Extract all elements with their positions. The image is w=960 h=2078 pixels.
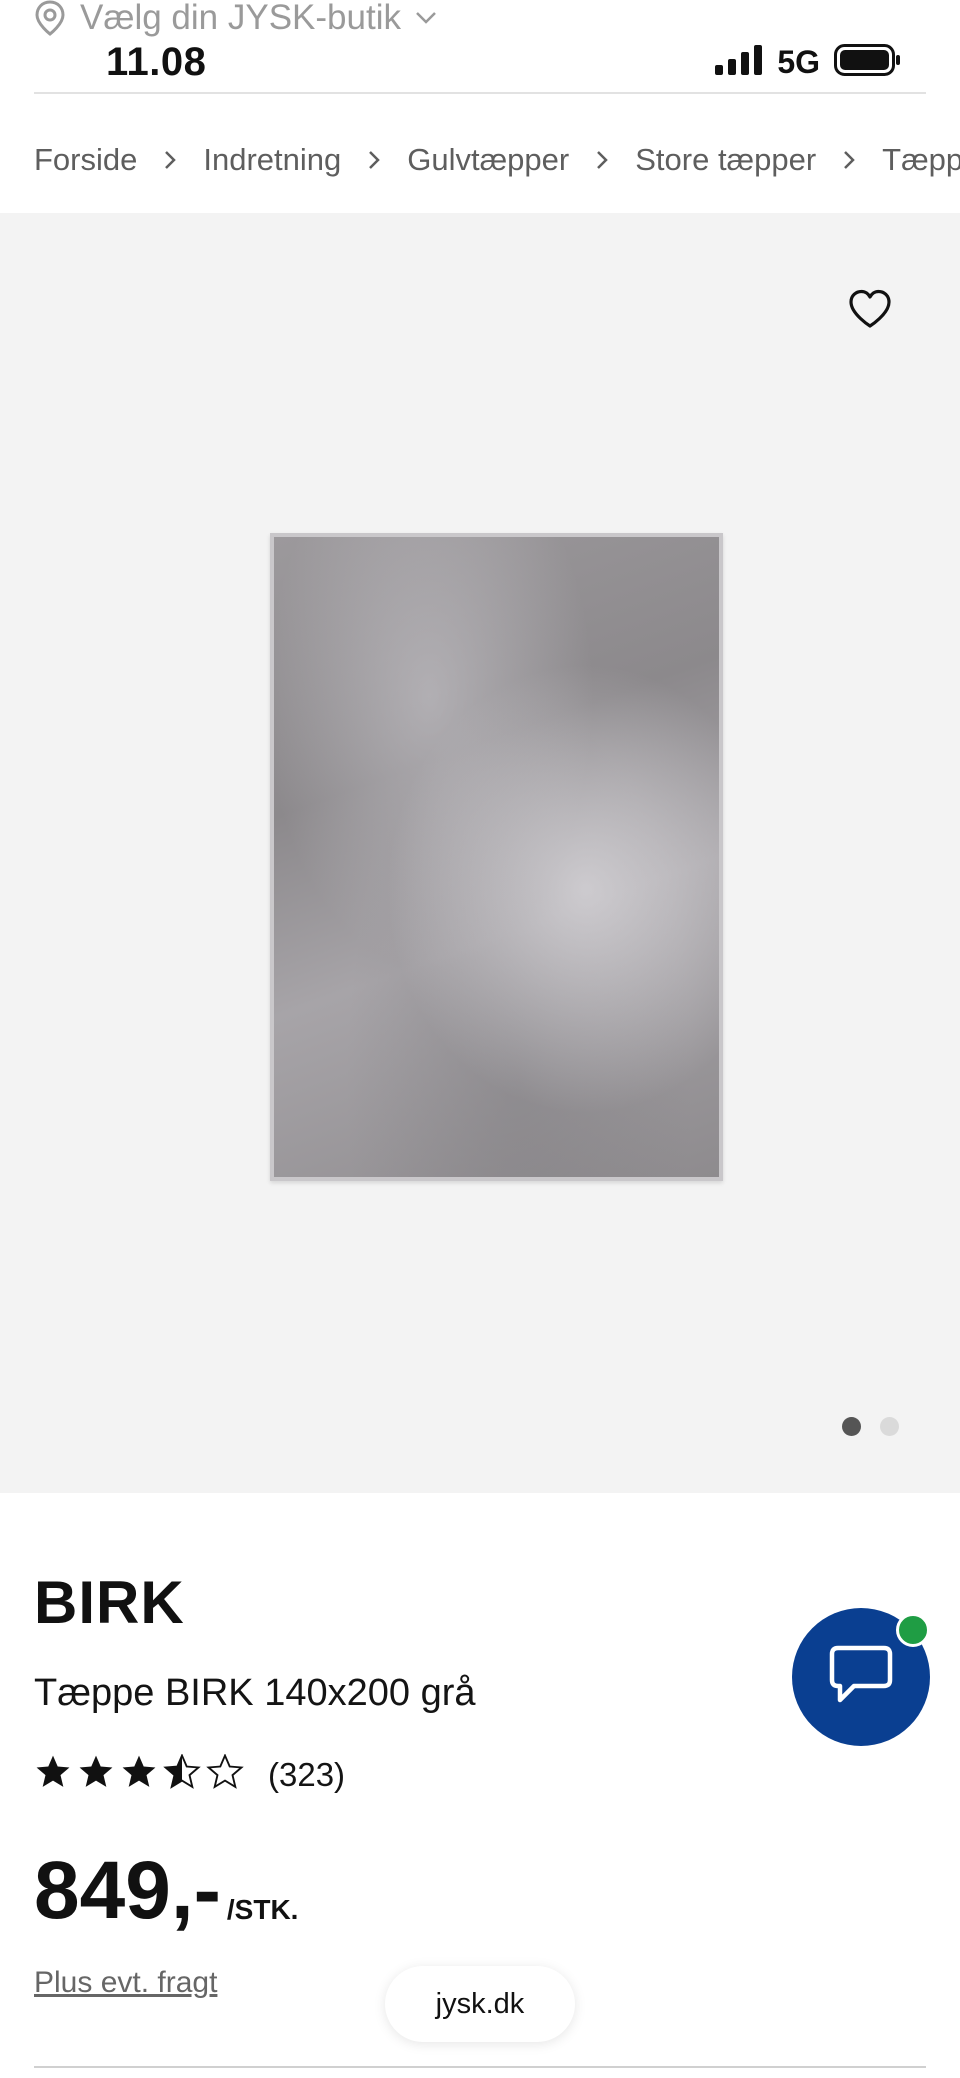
gallery-dot-1[interactable] [842,1417,861,1436]
chevron-right-icon [842,149,856,171]
status-indicators: 5G [715,44,902,81]
section-divider [34,2066,926,2068]
signal-icon [715,45,763,80]
star-full-icon [77,1754,115,1795]
chevron-right-icon [367,149,381,171]
price-unit: /STK. [226,1894,299,1925]
gallery-dot-2[interactable] [880,1417,899,1436]
freight-link[interactable]: Plus evt. fragt [34,1966,217,2000]
product-image-rug [270,533,723,1181]
rating-stars [34,1753,244,1795]
product-rating[interactable]: (323) [34,1753,346,1795]
chevron-down-icon [415,11,437,25]
product-gallery[interactable] [0,213,960,1493]
network-type: 5G [777,44,820,80]
rating-count: (323) [268,1755,346,1793]
star-full-icon [34,1754,72,1795]
breadcrumb-indretning[interactable]: Indretning [203,142,341,178]
store-selector-label: Vælg din JYSK-butik [80,0,401,37]
status-time: 11.08 [106,40,207,84]
breadcrumb-store-taepper[interactable]: Store tæpper [635,142,816,178]
chevron-right-icon [595,149,609,171]
star-half-icon [163,1753,201,1795]
favorite-button[interactable] [846,287,894,335]
battery-icon [834,44,902,81]
breadcrumb: Forside Indretning Gulvtæpper Store tæpp… [34,135,960,185]
chat-bubble-icon [828,1644,894,1711]
price-amount: 849,- [34,1845,221,1936]
url-text: jysk.dk [435,1987,525,2020]
star-empty-icon [206,1753,244,1795]
product-price: 849,- /STK. [34,1850,298,1932]
chevron-right-icon [163,149,177,171]
breadcrumb-forside[interactable]: Forside [34,142,137,178]
store-selector[interactable]: Vælg din JYSK-butik [34,0,437,37]
star-full-icon [120,1754,158,1795]
heart-icon [848,289,892,334]
product-brand: BIRK [34,1569,185,1636]
product-title: Tæppe BIRK 140x200 grå [34,1672,476,1714]
header-divider [34,92,926,94]
chat-online-status [896,1613,930,1647]
breadcrumb-gulvtaepper[interactable]: Gulvtæpper [407,142,569,178]
location-pin-icon [34,0,66,36]
gallery-pagination [842,1417,899,1436]
breadcrumb-taepper[interactable]: Tæpper [882,142,960,178]
browser-url-bar[interactable]: jysk.dk [385,1966,575,2042]
